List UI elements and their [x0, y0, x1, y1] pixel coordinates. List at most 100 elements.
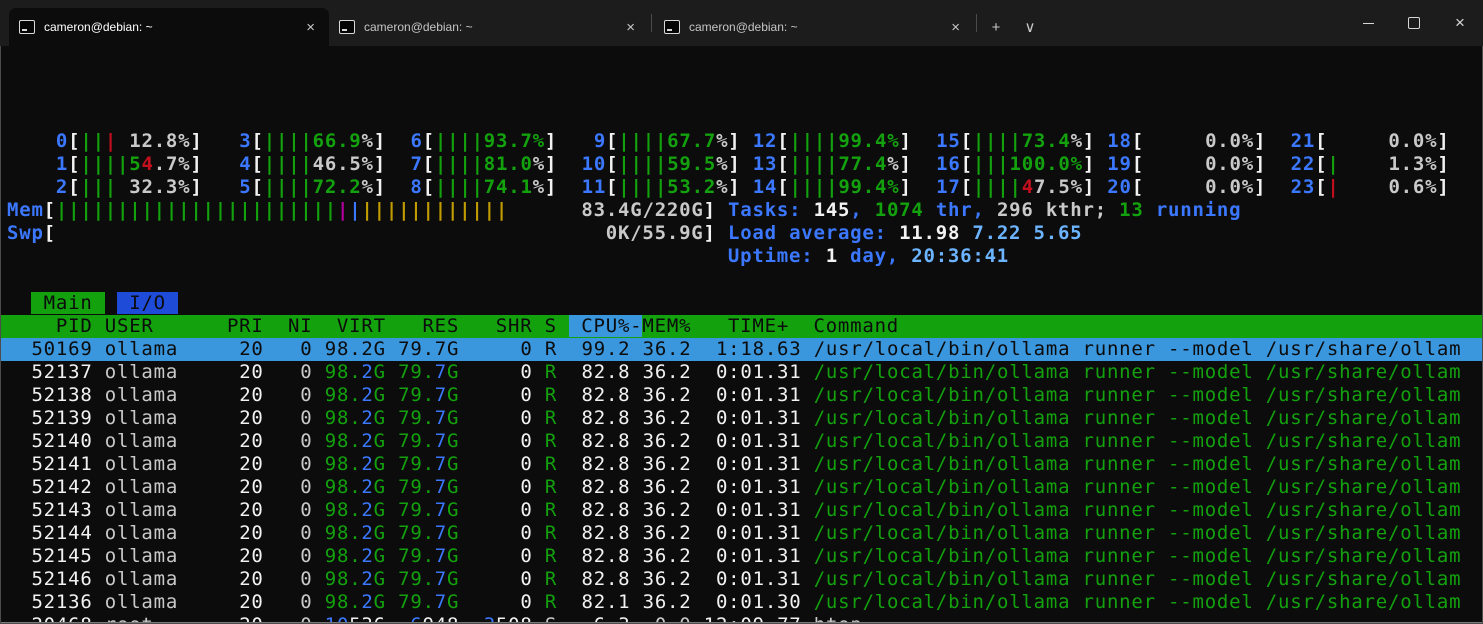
- bar-or-text-green: G: [374, 384, 386, 406]
- text-white: 0: [472, 453, 545, 475]
- cpu-meter-row-3: 2[||| 32.3%] 5[||||72.2%] 8[||||74.1%] 1…: [1, 176, 1482, 199]
- spacer: [459, 361, 471, 383]
- process-row[interactable]: 52141 ollama 20 0 98.2G 79.7G 0 R 82.8 3…: [1, 453, 1482, 476]
- maximize-button[interactable]: [1391, 0, 1437, 46]
- bar-or-text-green: ||||: [435, 153, 484, 175]
- text-white: 1:18.63: [704, 338, 814, 360]
- bar-or-text-green: 98.: [325, 453, 362, 475]
- tab-main[interactable]: Main: [31, 292, 104, 314]
- spacer: [7, 130, 31, 152]
- text-white: 36.2: [643, 430, 704, 452]
- process-row[interactable]: 52145 ollama 20 0 98.2G 79.7G 0 R 82.8 3…: [1, 545, 1482, 568]
- bar-or-text-green: |: [1327, 153, 1339, 175]
- text-white: 1: [826, 245, 838, 267]
- text-gray: 0: [276, 384, 325, 406]
- process-row[interactable]: 52140 ollama 20 0 98.2G 79.7G 0 R 82.8 3…: [1, 430, 1482, 453]
- process-row[interactable]: 52138 ollama 20 0 98.2G 79.7G 0 R 82.8 3…: [1, 384, 1482, 407]
- text-gray: %: [533, 153, 545, 175]
- tab-io[interactable]: I/O: [117, 292, 178, 314]
- bar-or-text-green: 79.: [398, 361, 435, 383]
- bar-or-text-green: 53.2: [667, 176, 716, 198]
- tab-close-icon[interactable]: ×: [622, 19, 639, 36]
- text-white: 0: [472, 430, 545, 452]
- header-text[interactable]: MEM% TIME+ Command: [642, 315, 899, 337]
- meter-bracket: [: [1132, 176, 1144, 198]
- bar-or-text-green: /usr/local/bin/ollama runner --model /us…: [814, 476, 1462, 498]
- bar-or-text-green: G: [447, 568, 459, 590]
- text-white: 0:01.31: [704, 430, 814, 452]
- meter-caption: 2: [31, 176, 68, 198]
- meter-bracket: ]: [899, 130, 911, 152]
- bar-or-text-green: 98.: [325, 384, 362, 406]
- bar-or-text-green: 13: [1119, 199, 1143, 221]
- bar-or-text-green: /usr/local/bin/ollama runner --model /us…: [814, 568, 1462, 590]
- text-gray: htop: [814, 614, 863, 622]
- text-white: 20: [227, 522, 276, 544]
- spacer: [557, 176, 569, 198]
- text-white: 0: [472, 384, 545, 406]
- text-white: 52139: [7, 407, 105, 429]
- process-row[interactable]: 50169 ollama 20 0 98.2G 79.7G 0 R 99.2 3…: [1, 338, 1482, 361]
- bar-or-text-green: 98.: [325, 338, 362, 360]
- tab-1[interactable]: cameron@debian: ~ ×: [9, 8, 329, 46]
- process-row[interactable]: 52139 ollama 20 0 98.2G 79.7G 0 R 82.8 3…: [1, 407, 1482, 430]
- bar-or-text-green: 98.: [325, 545, 362, 567]
- text-white: 0:01.31: [704, 545, 814, 567]
- tab-dropdown-icon[interactable]: ∨: [1013, 8, 1047, 46]
- text-white: 82.8: [569, 361, 642, 383]
- text-gray: 0.0%: [1327, 130, 1437, 152]
- text-blue: 2: [361, 361, 373, 383]
- bar-or-text-green: G: [374, 499, 386, 521]
- bar-or-text-green: G: [447, 522, 459, 544]
- text-white: 52141: [7, 453, 105, 475]
- text-blue: Tasks:: [728, 199, 814, 221]
- spacer: [386, 361, 398, 383]
- text-gray: 0.0%: [1144, 130, 1254, 152]
- tab-close-icon[interactable]: ×: [947, 19, 964, 36]
- table-header[interactable]: PID USER PRI NI VIRT RES SHR S CPU%-MEM%…: [1, 315, 1482, 338]
- tab-3[interactable]: cameron@debian: ~ ×: [654, 8, 974, 46]
- meter-bracket: [: [1315, 153, 1327, 175]
- minimize-button[interactable]: [1345, 0, 1391, 46]
- meter-bracket: ]: [374, 176, 386, 198]
- text-white: 36.2: [643, 384, 704, 406]
- new-tab-button[interactable]: +: [979, 8, 1013, 46]
- bar-or-text-green: R: [545, 453, 569, 475]
- sort-column-header[interactable]: CPU%-: [569, 315, 642, 337]
- bar-or-text-red: 4: [1022, 176, 1034, 198]
- bar-or-text-green: G: [374, 591, 386, 613]
- close-button[interactable]: ×: [1437, 0, 1483, 46]
- bar-or-text-green: 81.0: [484, 153, 533, 175]
- meter-bracket: ]: [1254, 176, 1266, 198]
- bar-or-text-green: 79.: [398, 568, 435, 590]
- bar-or-text-green: G: [374, 568, 386, 590]
- minimize-icon: [1363, 23, 1374, 24]
- text-gray: ollama: [105, 568, 227, 590]
- text-blue: 7: [435, 338, 447, 360]
- bar-or-text-green: G: [374, 407, 386, 429]
- meter-bracket: ]: [1437, 153, 1449, 175]
- text-white: 0:01.31: [704, 522, 814, 544]
- header-text[interactable]: PID USER PRI NI VIRT RES SHR S: [7, 315, 569, 337]
- process-row[interactable]: 52143 ollama 20 0 98.2G 79.7G 0 R 82.8 3…: [1, 499, 1482, 522]
- text-white: 82.8: [569, 476, 642, 498]
- process-row[interactable]: 52146 ollama 20 0 98.2G 79.7G 0 R 82.8 3…: [1, 568, 1482, 591]
- process-row[interactable]: 20468 root 20 0 10536 6948 3508 S 6.3 0.…: [1, 614, 1482, 622]
- text-gray: .7%: [154, 153, 191, 175]
- text-blue: 7: [435, 453, 447, 475]
- meter-bracket: ]: [728, 153, 740, 175]
- process-row[interactable]: 52136 ollama 20 0 98.2G 79.7G 0 R 82.1 3…: [1, 591, 1482, 614]
- process-row[interactable]: 52142 ollama 20 0 98.2G 79.7G 0 R 82.8 3…: [1, 476, 1482, 499]
- process-row[interactable]: 52137 ollama 20 0 98.2G 79.7G 0 R 82.8 3…: [1, 361, 1482, 384]
- text-light-blue: 7.22: [972, 222, 1033, 244]
- text-blue: 2: [361, 591, 373, 613]
- meter-caption: 15: [924, 130, 961, 152]
- bar-or-text-green: ||||: [789, 153, 838, 175]
- text-gray: %: [716, 153, 728, 175]
- process-row[interactable]: 52144 ollama 20 0 98.2G 79.7G 0 R 82.8 3…: [1, 522, 1482, 545]
- tab-close-icon[interactable]: ×: [302, 19, 319, 36]
- tab-2[interactable]: cameron@debian: ~ ×: [329, 8, 649, 46]
- bar-or-text-green: 98.: [325, 591, 362, 613]
- text-blue: 7: [435, 361, 447, 383]
- spacer: [716, 199, 728, 221]
